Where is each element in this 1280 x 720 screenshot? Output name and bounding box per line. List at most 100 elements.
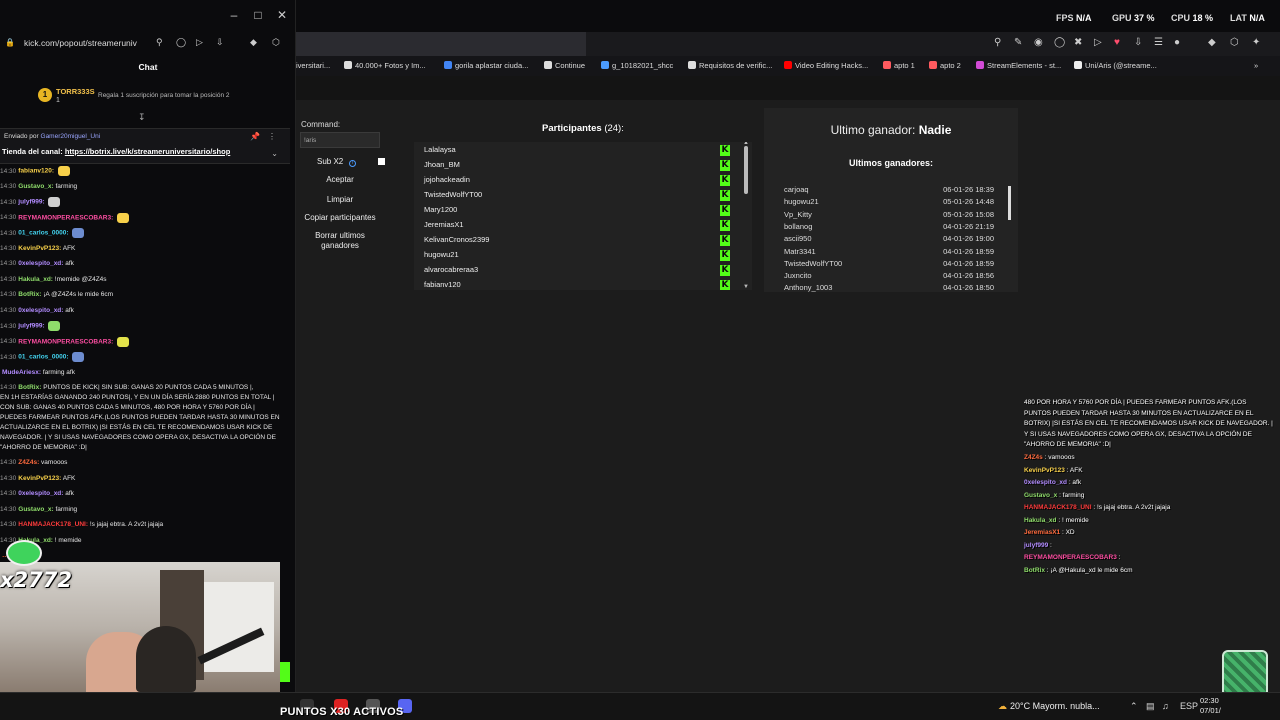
participants-list[interactable]: ▲ ▼ Lalalaysa K Jhoan_BM Kjojohackeadin K Twi… (414, 142, 752, 290)
command-input[interactable] (300, 132, 380, 148)
ai-icon[interactable]: ✦ (1252, 37, 1260, 48)
download-icon[interactable]: ⇩ (1134, 37, 1142, 48)
winner-name: TwistedWolfYT00 (784, 258, 843, 268)
menu-icon[interactable]: ☰ (1154, 37, 1163, 48)
message-username[interactable]: fabianv120: (18, 168, 54, 175)
participant-row[interactable]: Jhoan_BM K (424, 160, 742, 175)
participant-row[interactable]: Lalalaysa K (424, 145, 742, 160)
message-time: 14:30 (0, 198, 17, 206)
play-icon[interactable]: ▷ (1094, 37, 1102, 48)
message-username[interactable]: Hakula_xd: (18, 276, 53, 283)
language-indicator[interactable]: ESP (1180, 701, 1198, 711)
message-username[interactable]: julyf999: (18, 323, 44, 330)
pin-icon[interactable]: 📌 (250, 132, 260, 141)
subx2-checkbox[interactable] (378, 158, 385, 165)
search-icon[interactable]: ⚲ (994, 37, 1001, 48)
network-icon[interactable]: ▤ (1146, 701, 1155, 712)
participant-row[interactable]: KelivanCronos2399 K (424, 235, 742, 250)
message-username[interactable]: julyf999: (18, 199, 44, 206)
message-username[interactable]: 0xelespito_xd: (18, 490, 63, 497)
message-username[interactable]: HANMAJACK178_UNI: (18, 521, 88, 528)
popout-url[interactable]: kick.com/popout/streameruniv (24, 38, 137, 48)
download-icon[interactable]: ⇩ (216, 37, 224, 48)
play-icon[interactable]: ▷ (196, 37, 203, 48)
cube-icon[interactable]: ⬡ (1230, 37, 1239, 48)
clock[interactable]: 02:30 07/01/ (1200, 696, 1221, 716)
message-username[interactable]: 0xelespito_xd: (18, 307, 63, 314)
address-bar[interactable] (296, 32, 586, 56)
bookmark-item[interactable]: gorila aplastar ciuda... (444, 61, 528, 70)
fps-label: FPS (1056, 13, 1074, 23)
camera-icon[interactable]: ◉ (1034, 37, 1043, 48)
last-winner: Ultimo ganador: Nadie (764, 123, 1018, 137)
collapse-arrow-icon[interactable]: ↧ (138, 112, 146, 123)
clear-button[interactable]: Limpiar (300, 195, 380, 205)
shield-icon[interactable]: ◯ (1054, 37, 1065, 48)
participant-row[interactable]: Mary1200 K (424, 205, 742, 220)
participant-row[interactable]: alvarocabreraa3 K (424, 265, 742, 280)
bookmark-item[interactable]: Video Editing Hacks... (784, 61, 868, 70)
message-username[interactable]: REYMAMONPERAESCOBAR3: (18, 338, 113, 345)
subx2-toggle[interactable]: Sub X2 i (317, 157, 357, 167)
participant-row[interactable]: fabianv120 K (424, 280, 742, 290)
message-username[interactable]: KevinPvP123: (18, 475, 61, 482)
participant-row[interactable]: hugowu21 K (424, 250, 742, 265)
message-username[interactable]: Gustavo_x: (18, 506, 53, 513)
volume-icon[interactable]: ♫ (1162, 701, 1169, 711)
tray-chevron-icon[interactable]: ⌃ (1130, 701, 1138, 712)
bookmark-item[interactable]: Requisitos de verific... (688, 61, 772, 70)
bookmark-item[interactable]: 40.000+ Fotos y Im... (344, 61, 426, 70)
message-username[interactable]: BotRix: (18, 291, 41, 298)
extension-icon[interactable]: ◆ (250, 37, 257, 48)
bookmark-item[interactable]: iversitari... (296, 61, 330, 70)
winner-name: Vp_Kitty (784, 209, 812, 219)
accept-button[interactable]: Aceptar (300, 175, 380, 185)
gem-icon[interactable]: ◆ (1208, 37, 1216, 48)
maximize-icon[interactable]: □ (248, 8, 268, 22)
cube-icon[interactable]: ⬡ (272, 37, 280, 48)
scroll-down-icon[interactable]: ▼ (743, 284, 749, 290)
edit-icon[interactable]: ✎ (1014, 37, 1022, 48)
bookmark-item[interactable]: apto 1 (883, 61, 915, 70)
bookmark-item[interactable]: StreamElements - st... (976, 61, 1061, 70)
shield-icon[interactable]: ◯ (176, 37, 186, 48)
lat-value: N/A (1249, 13, 1265, 23)
participant-row[interactable]: jojohackeadin K (424, 175, 742, 190)
lat-readout: LAT N/A (1230, 13, 1265, 23)
lock-icon[interactable]: ● (1174, 37, 1180, 48)
bookmark-item[interactable]: g_10182021_shcc (601, 61, 673, 70)
weather-widget[interactable]: ☁ 20°C Mayorm. nubla... (998, 701, 1100, 712)
message-username[interactable]: REYMAMONPERAESCOBAR3: (18, 214, 113, 221)
bookmark-item[interactable]: Continue (544, 61, 585, 70)
chevron-down-icon[interactable]: ⌄ (271, 149, 278, 158)
info-icon[interactable]: i (349, 160, 357, 167)
winners-scrollbar[interactable] (1008, 186, 1011, 220)
search-icon[interactable]: ⚲ (156, 37, 163, 48)
participant-row[interactable]: JeremiasX1 K (424, 220, 742, 235)
store-link[interactable]: https://botrix.live/k/streameruniversita… (65, 147, 230, 156)
bookmarks-more-icon[interactable]: » (1254, 61, 1258, 70)
kick-side-tab[interactable] (280, 662, 290, 682)
clear-winners-button[interactable]: Borrar ultimos ganadores (310, 231, 370, 251)
extensions-icon[interactable]: ✖ (1074, 37, 1082, 48)
message-username[interactable]: 0xelespito_xd: (18, 260, 63, 267)
message-username[interactable]: 01_carlos_0000: (18, 230, 68, 237)
pinned-sender[interactable]: Gamer20miguel_Uni (41, 133, 101, 140)
message-username[interactable]: BotRix: (18, 384, 41, 391)
message-username[interactable]: KevinPvP123: (18, 245, 61, 252)
close-icon[interactable]: ✕ (272, 8, 292, 22)
participant-row[interactable]: TwistedWolfYT00 K (424, 190, 742, 205)
message-username[interactable]: Z4Z4s: (18, 459, 39, 466)
gift-sub-card[interactable]: 1 TORR333S 1 Regala 1 suscripción para t… (32, 84, 292, 110)
message-username[interactable]: Gustavo_x: (18, 183, 53, 190)
bookmark-item[interactable]: apto 2 (929, 61, 961, 70)
participants-scrollbar[interactable] (744, 146, 748, 194)
heart-icon[interactable]: ♥ (1114, 37, 1120, 48)
message-username[interactable]: 01_carlos_0000: (18, 354, 68, 361)
message-username[interactable]: MudeAriesx: (2, 369, 41, 376)
more-options-icon[interactable]: ⋮ (268, 132, 276, 141)
minimize-icon[interactable]: – (224, 8, 244, 22)
bookmark-item[interactable]: Uni/Aris (@streame... (1074, 61, 1157, 70)
popout-address-bar[interactable]: 🔒 kick.com/popout/streameruniv ⚲ ◯ ▷ ⇩ ◆… (0, 34, 295, 54)
copy-participants-button[interactable]: Copiar participantes (300, 213, 380, 223)
